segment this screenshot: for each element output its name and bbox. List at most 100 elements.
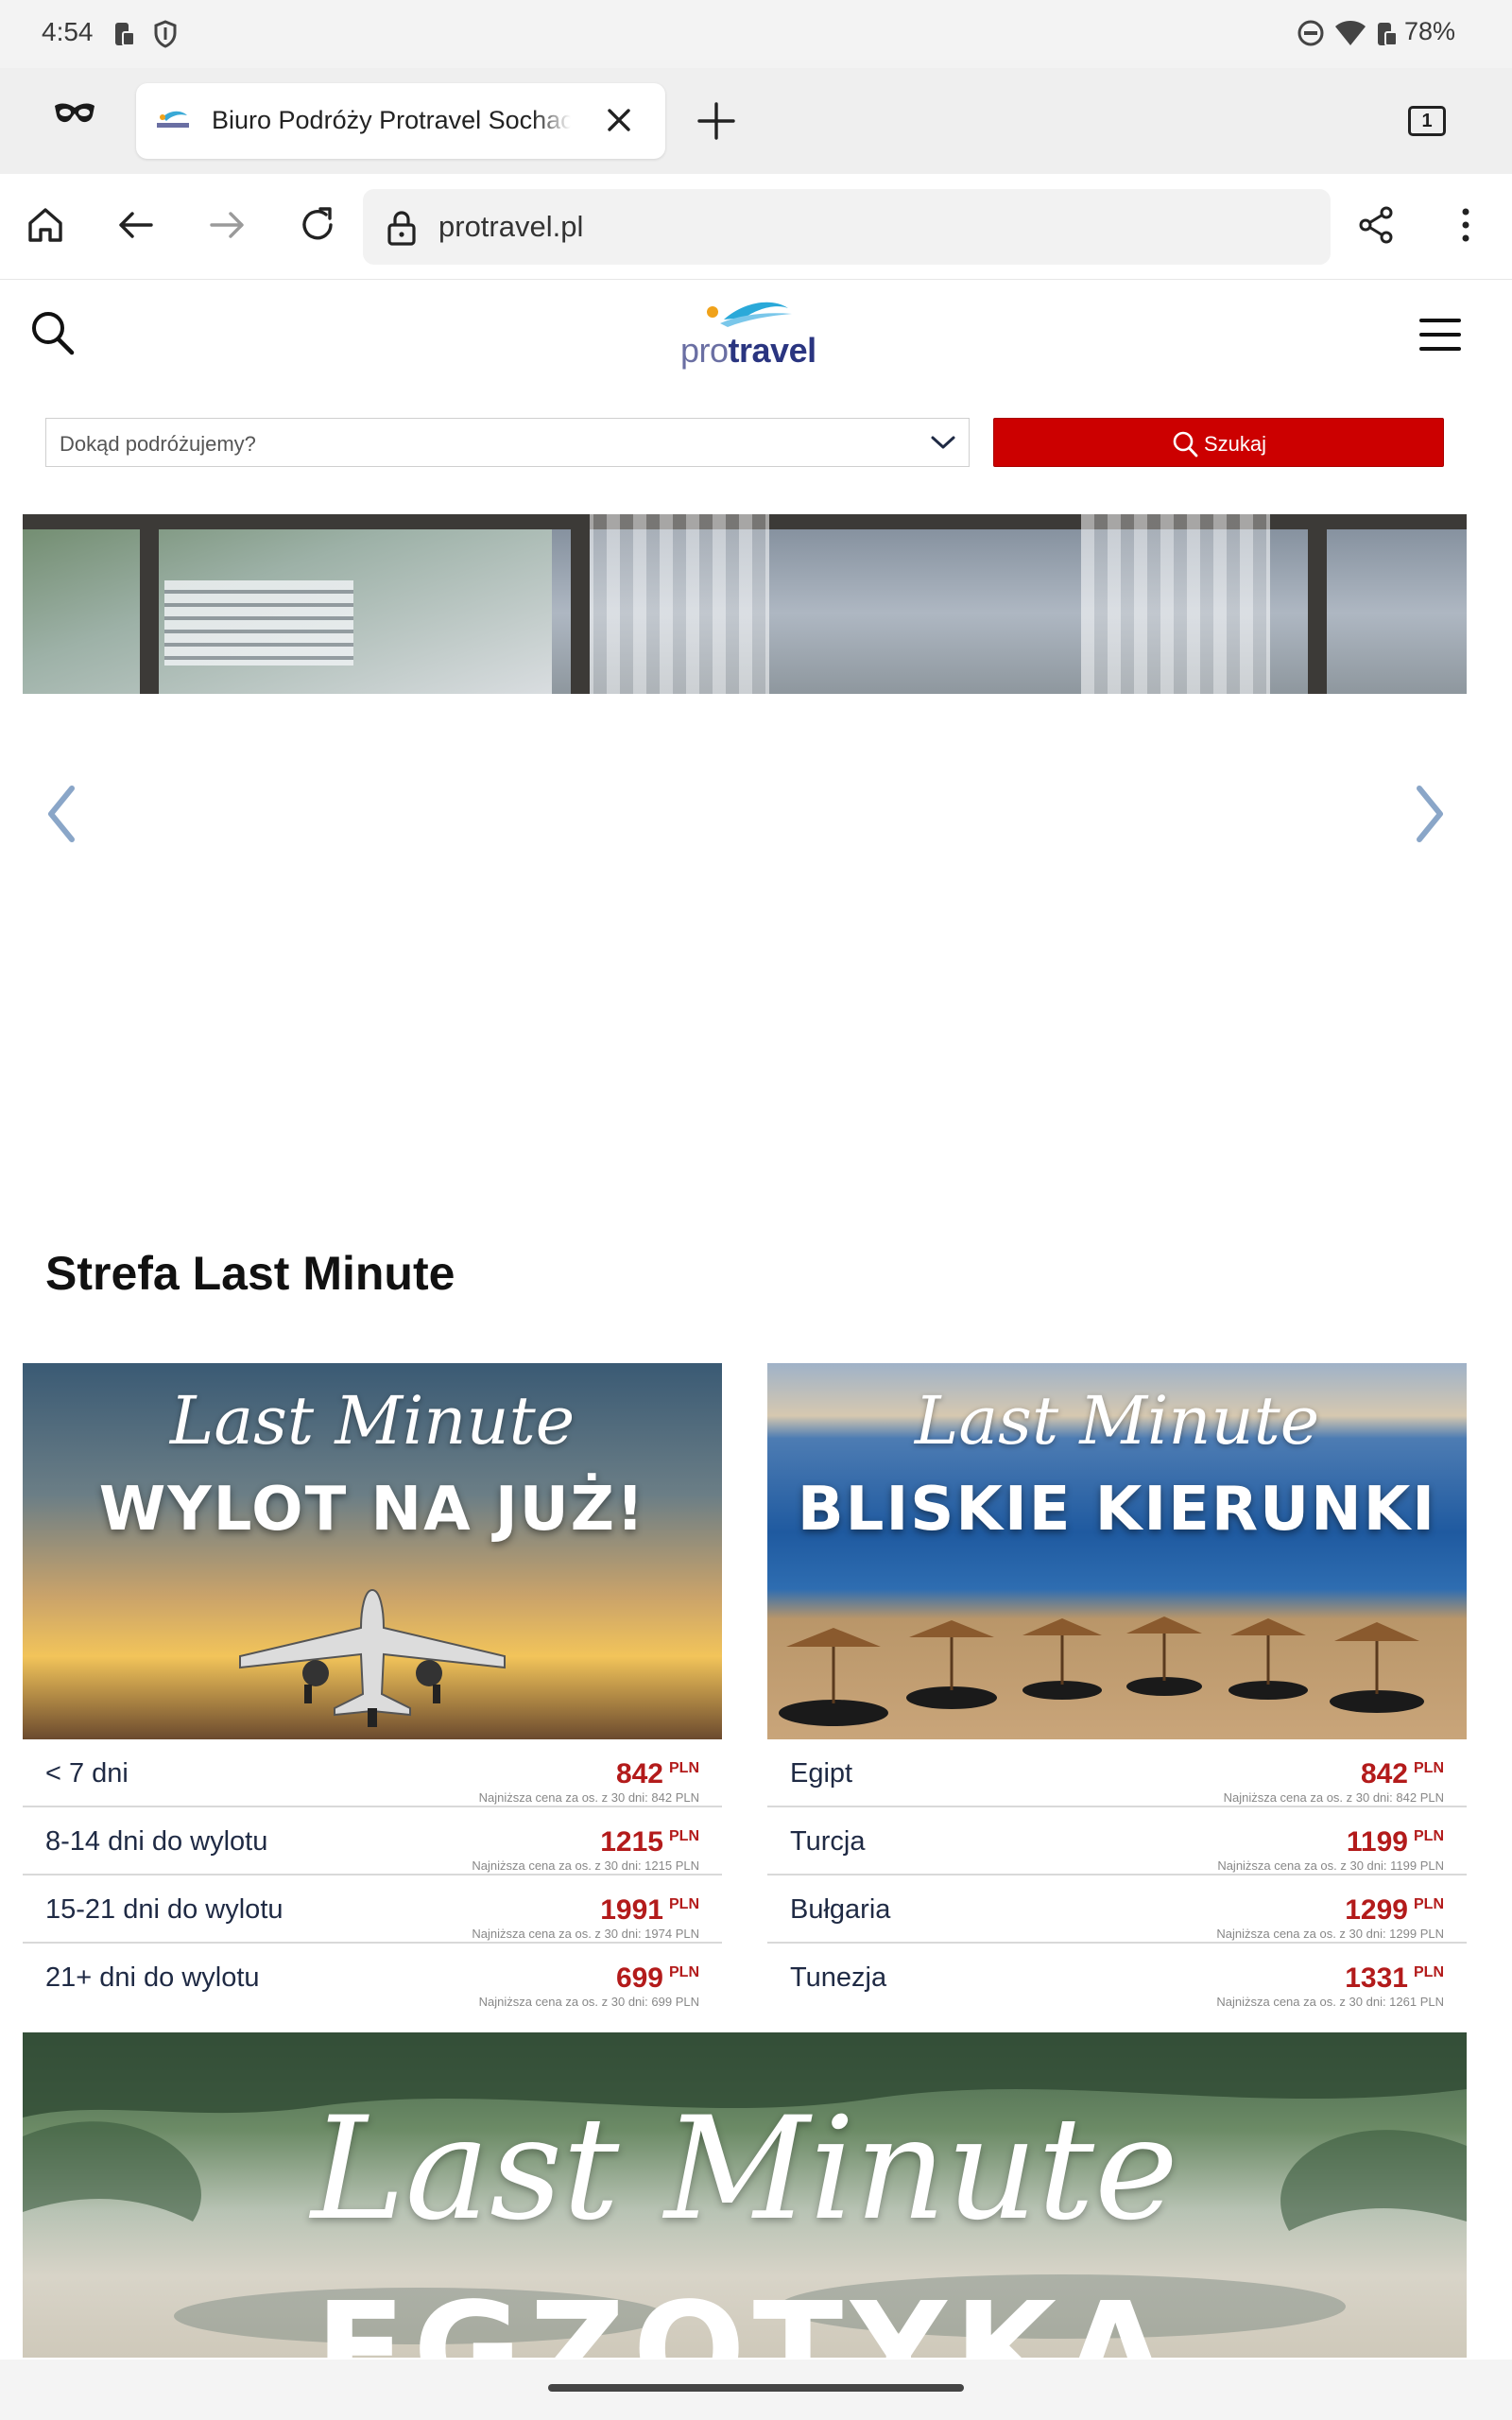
lock-icon[interactable]	[386, 208, 418, 252]
price-list: Egipt 842 PLN Najniższa cena za os. z 30 …	[767, 1739, 1467, 2012]
row-price: 1215 PLN	[600, 1826, 699, 1858]
price-value: 1199	[1346, 1826, 1408, 1858]
forward-arrow-icon[interactable]	[206, 204, 248, 251]
incognito-icon[interactable]	[53, 100, 96, 131]
section-title: Strefa Last Minute	[45, 1247, 455, 1300]
back-arrow-icon[interactable]	[115, 204, 157, 251]
reload-icon[interactable]	[297, 204, 338, 251]
chevron-down-icon	[929, 432, 957, 458]
status-time: 4:54	[42, 17, 94, 46]
row-price: 842 PLN	[1361, 1758, 1444, 1790]
card-image[interactable]: Last Minute WYLOT NA JUŻ!	[23, 1363, 722, 1739]
more-vert-icon[interactable]	[1450, 204, 1482, 251]
search-icon	[1173, 431, 1198, 458]
row-label: < 7 dni	[45, 1758, 129, 1789]
active-tab[interactable]: Biuro Podróży Protravel Sochaczew	[136, 83, 665, 159]
row-label: Tunezja	[790, 1962, 887, 1993]
price-currency: PLN	[1414, 1964, 1444, 1980]
card-image[interactable]: Last Minute BLISKIE KIERUNKI	[767, 1363, 1467, 1739]
price-row[interactable]: 21+ dni do wylotu 699 PLN Najniższa cena …	[23, 1944, 722, 2012]
price-row[interactable]: < 7 dni 842 PLN Najniższa cena za os. z 3…	[23, 1739, 722, 1807]
pergola-pillar	[571, 514, 590, 694]
row-lowest-price-note: Najniższa cena za os. z 30 dni: 1974 PLN	[472, 1927, 699, 1941]
price-row[interactable]: Egipt 842 PLN Najniższa cena za os. z 30 …	[767, 1739, 1467, 1807]
tab-switcher-button[interactable]: 1	[1408, 106, 1446, 136]
row-price: 1299 PLN	[1345, 1894, 1444, 1927]
row-price: 842 PLN	[616, 1758, 699, 1790]
row-label: Egipt	[790, 1758, 853, 1789]
price-currency: PLN	[1414, 1896, 1444, 1912]
price-row[interactable]: 15-21 dni do wylotu 1991 PLN Najniższa ce…	[23, 1876, 722, 1944]
row-lowest-price-note: Najniższa cena za os. z 30 dni: 842 PLN	[478, 1790, 699, 1805]
curtain	[1081, 514, 1270, 694]
plus-icon[interactable]	[696, 100, 737, 147]
last-minute-card: Last Minute WYLOT NA JUŻ! < 7 dni 842 PLN…	[23, 1363, 722, 2012]
focus-mode-icon	[110, 19, 136, 54]
row-lowest-price-note: Najniższa cena za os. z 30 dni: 842 PLN	[1223, 1790, 1444, 1805]
tab-title: Biuro Podróży Protravel Sochaczew	[212, 106, 571, 135]
price-value: 1991	[600, 1894, 663, 1926]
favicon	[155, 106, 191, 134]
price-value: 842	[1360, 1758, 1408, 1789]
system-nav-bar	[0, 2360, 1512, 2420]
price-row[interactable]: Bułgaria 1299 PLN Najniższa cena za os. z…	[767, 1876, 1467, 1944]
row-lowest-price-note: Najniższa cena za os. z 30 dni: 1299 PLN	[1216, 1927, 1444, 1941]
menu-icon[interactable]	[1419, 316, 1461, 358]
close-icon[interactable]	[603, 104, 635, 141]
price-value: 1299	[1345, 1894, 1408, 1926]
price-row[interactable]: Turcja 1199 PLN Najniższa cena za os. z 3…	[767, 1807, 1467, 1876]
price-row[interactable]: Tunezja 1331 PLN Najniższa cena za os. z …	[767, 1944, 1467, 2012]
pergola-pillar	[1308, 514, 1327, 694]
battery-icon	[1372, 19, 1399, 54]
do-not-disturb-icon	[1297, 19, 1325, 52]
price-value: 1215	[600, 1826, 663, 1858]
beach-umbrellas-image	[767, 1599, 1467, 1739]
last-minute-card: Last Minute BLISKIE KIERUNKI Egipt 842 PL	[767, 1363, 1467, 2012]
hotel-building	[164, 580, 353, 666]
banner-headline: EGZOTYKA	[315, 2274, 1175, 2358]
share-icon[interactable]	[1355, 204, 1397, 251]
row-lowest-price-note: Najniższa cena za os. z 30 dni: 699 PLN	[478, 1995, 699, 2009]
search-icon[interactable]	[28, 308, 76, 362]
price-currency: PLN	[669, 1760, 699, 1776]
airplane-image	[221, 1552, 524, 1737]
chevron-left-icon[interactable]	[42, 783, 83, 850]
search-button-content: Szukaj	[1172, 430, 1266, 458]
address-bar[interactable]: protravel.pl	[363, 189, 1331, 265]
price-list: < 7 dni 842 PLN Najniższa cena za os. z 3…	[23, 1739, 722, 2012]
wifi-icon	[1334, 19, 1366, 52]
card-headline: WYLOT NA JUŻ!	[98, 1475, 646, 1545]
shield-icon	[153, 19, 178, 54]
row-label: 15-21 dni do wylotu	[45, 1894, 284, 1925]
price-currency: PLN	[1414, 1828, 1444, 1844]
price-currency: PLN	[669, 1896, 699, 1912]
gesture-handle[interactable]	[548, 2384, 964, 2392]
battery-percent: 78%	[1404, 17, 1456, 45]
price-value: 842	[615, 1758, 663, 1789]
row-lowest-price-note: Najniższa cena za os. z 30 dni: 1261 PLN	[1216, 1995, 1444, 2009]
card-headline: BLISKIE KIERUNKI	[797, 1475, 1437, 1545]
row-lowest-price-note: Najniższa cena za os. z 30 dni: 1199 PLN	[1217, 1858, 1444, 1873]
search-button[interactable]: Szukaj	[993, 418, 1444, 467]
home-icon[interactable]	[25, 204, 66, 251]
price-currency: PLN	[1414, 1760, 1444, 1776]
row-lowest-price-note: Najniższa cena za os. z 30 dni: 1215 PLN	[472, 1858, 699, 1873]
price-value: 699	[615, 1962, 663, 1994]
row-label: 21+ dni do wylotu	[45, 1962, 260, 1993]
row-price: 1991 PLN	[600, 1894, 699, 1927]
site-logo[interactable]: protravel	[680, 331, 816, 371]
url-text: protravel.pl	[438, 210, 584, 243]
status-bar: 4:54 78%	[0, 0, 1512, 68]
card-script-title: Last Minute	[914, 1382, 1320, 1460]
destination-placeholder: Dokąd podróżujemy?	[60, 432, 256, 456]
price-row[interactable]: 8-14 dni do wylotu 1215 PLN Najniższa cen…	[23, 1807, 722, 1876]
price-currency: PLN	[669, 1964, 699, 1980]
row-label: 8-14 dni do wylotu	[45, 1826, 268, 1857]
banner-script-title: Last Minute	[311, 2087, 1178, 2252]
logo-pro: pro	[680, 331, 729, 370]
price-currency: PLN	[669, 1828, 699, 1844]
card-script-title: Last Minute	[169, 1382, 576, 1460]
chevron-right-icon[interactable]	[1408, 783, 1450, 850]
destination-select[interactable]: Dokąd podróżujemy?	[45, 418, 970, 467]
egzotyka-banner[interactable]: Last Minute EGZOTYKA	[23, 2032, 1467, 2358]
